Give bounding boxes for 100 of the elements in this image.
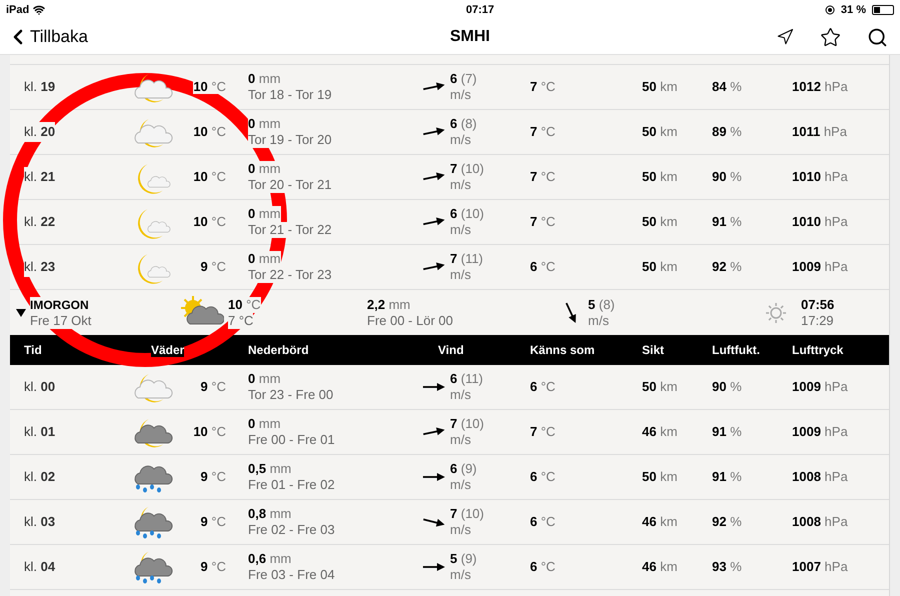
temperature: 9 °C — [200, 559, 226, 574]
visibility: 46 km — [642, 514, 678, 529]
day-summary[interactable]: IMORGON Fre 17 Okt 10 °C 7 °C 2,2 mm Fre 00 - Lör 00 5 (8) m/s 07:56 17:29 — [10, 290, 889, 335]
sunset-time: 17:29 — [801, 312, 834, 328]
feels-like: 7 °C — [530, 214, 556, 229]
precipitation: 0 mm — [248, 251, 281, 267]
precipitation: 0 mm — [248, 206, 281, 222]
visibility: 50 km — [642, 379, 678, 394]
orientation-lock-icon — [824, 5, 835, 15]
precipitation: 0,8 mm — [248, 506, 292, 522]
column-header: Vind — [438, 343, 464, 357]
temperature: 9 °C — [200, 259, 226, 274]
humidity: 91 % — [712, 214, 742, 229]
wind-speed: 6 (11) — [450, 371, 484, 387]
wind-speed: 7 (11) — [450, 251, 484, 267]
sun-icon — [765, 302, 787, 324]
wind-unit: m/s — [450, 567, 472, 583]
wind-speed: 6 (10) — [450, 206, 484, 222]
wind-unit: m/s — [450, 177, 472, 193]
wind-speed: 6 (7) — [450, 71, 477, 87]
temperature: 9 °C — [200, 379, 226, 394]
feels-like: 6 °C — [530, 514, 556, 529]
min-temperature: 7 °C — [228, 312, 254, 328]
wind-unit: m/s — [450, 267, 472, 283]
precipitation-period: Tor 21 - Tor 22 — [248, 222, 332, 238]
visibility: 50 km — [642, 469, 678, 484]
precipitation-period: Tor 22 - Tor 23 — [248, 267, 332, 283]
visibility: 50 km — [642, 124, 678, 139]
visibility: 50 km — [642, 79, 678, 94]
pressure: 1012 hPa — [792, 79, 848, 94]
pressure: 1009 hPa — [792, 379, 848, 394]
feels-like: 6 °C — [530, 469, 556, 484]
visibility: 50 km — [642, 214, 678, 229]
page-title: SMHI — [449, 27, 491, 47]
search-icon[interactable] — [867, 26, 888, 48]
wind-speed: 7 (10) — [450, 161, 484, 177]
column-header: Luftfukt. — [712, 343, 760, 357]
humidity: 89 % — [712, 124, 742, 139]
pressure: 1010 hPa — [792, 169, 848, 184]
humidity: 91 % — [712, 469, 742, 484]
precipitation: 0,6 mm — [248, 551, 292, 567]
favorite-icon[interactable] — [820, 26, 841, 48]
humidity: 93 % — [712, 559, 742, 574]
feels-like: 7 °C — [530, 79, 556, 94]
humidity: 92 % — [712, 514, 742, 529]
feels-like: 6 °C — [530, 379, 556, 394]
temperature: 10 °C — [193, 79, 226, 94]
sunrise-time: 07:56 — [801, 296, 834, 312]
arrow-icon — [423, 472, 445, 482]
battery-icon — [872, 5, 894, 15]
clock: 07:17 — [466, 2, 494, 18]
feels-like: 7 °C — [530, 124, 556, 139]
humidity: 90 % — [712, 379, 742, 394]
back-button[interactable]: Tillbaka — [6, 24, 206, 50]
day-label: IMORGON — [30, 296, 89, 312]
precipitation: 0,5 mm — [248, 461, 292, 477]
wind-speed: 6 (8) — [450, 116, 477, 132]
wifi-icon — [33, 4, 46, 16]
wind-unit: m/s — [450, 222, 472, 238]
hour-label: kl. 20 — [24, 122, 56, 142]
device-name: iPad — [6, 2, 30, 18]
pressure: 1009 hPa — [792, 259, 848, 274]
humidity: 91 % — [712, 424, 742, 439]
pressure: 1011 hPa — [792, 124, 847, 139]
pressure: 1007 hPa — [792, 559, 848, 574]
humidity: 84 % — [712, 79, 742, 94]
temperature: 10 °C — [193, 214, 226, 229]
feels-like: 6 °C — [530, 559, 556, 574]
max-temperature: 10 °C — [228, 296, 261, 312]
wind-speed: 6 (9) — [450, 461, 477, 477]
temperature: 9 °C — [200, 514, 226, 529]
temperature: 10 °C — [193, 424, 226, 439]
precipitation-period: Tor 20 - Tor 21 — [248, 177, 332, 193]
precipitation: 0 mm — [248, 116, 281, 132]
wind-speed: 7 (10) — [450, 506, 484, 522]
visibility: 46 km — [642, 559, 678, 574]
wind-unit: m/s — [450, 132, 472, 148]
location-icon[interactable] — [776, 28, 794, 46]
column-header: Lufttryck — [792, 343, 844, 357]
humidity: 90 % — [712, 169, 742, 184]
temperature: 9 °C — [200, 469, 226, 484]
column-header: Sikt — [642, 343, 664, 357]
wind-speed: 5 (8) — [588, 296, 615, 312]
column-header: Känns som — [530, 343, 595, 357]
wind-unit: m/s — [450, 87, 472, 103]
feels-like: 7 °C — [530, 424, 556, 439]
precipitation-period: Fre 00 - Lör 00 — [367, 312, 454, 328]
humidity: 92 % — [712, 259, 742, 274]
arrow-icon — [423, 562, 445, 572]
pressure: 1010 hPa — [792, 214, 848, 229]
precipitation: 0 mm — [248, 161, 281, 177]
wind-speed: 5 (9) — [450, 551, 477, 567]
pressure: 1008 hPa — [792, 469, 848, 484]
temperature: 10 °C — [193, 124, 226, 139]
wind-speed: 7 (10) — [450, 416, 484, 432]
pressure: 1009 hPa — [792, 424, 848, 439]
date-label: Fre 17 Okt — [30, 312, 92, 328]
wind-unit: m/s — [450, 522, 472, 538]
pressure: 1008 hPa — [792, 514, 848, 529]
arrow-icon — [423, 382, 445, 392]
